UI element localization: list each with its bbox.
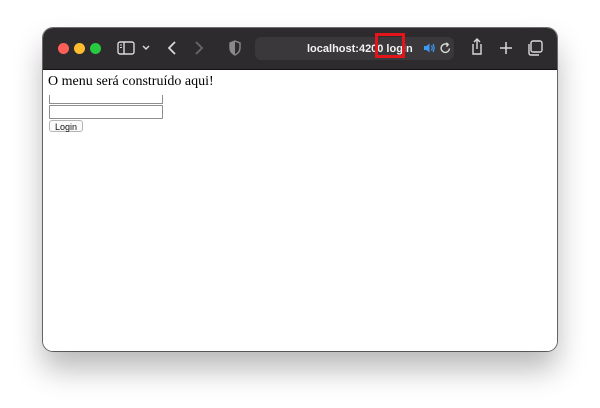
browser-window: localhost:4200 login O menu será construí… [43, 28, 557, 351]
password-input[interactable] [49, 105, 163, 119]
plus-icon[interactable] [498, 39, 514, 57]
username-input[interactable] [49, 95, 163, 104]
minimize-window-button[interactable] [74, 43, 85, 54]
reload-icon[interactable] [439, 41, 452, 55]
page-heading: O menu será construído aqui! [48, 74, 214, 89]
zoom-window-button[interactable] [90, 43, 101, 54]
forward-icon[interactable] [193, 39, 205, 57]
tabs-icon[interactable] [526, 39, 544, 57]
url-host: localhost:4200 [307, 43, 384, 55]
shield-icon[interactable] [228, 39, 242, 57]
page-content: O menu será construído aqui! Login [43, 70, 557, 351]
back-icon[interactable] [166, 39, 178, 57]
address-bar[interactable]: localhost:4200 login [255, 33, 454, 60]
login-button[interactable]: Login [49, 120, 84, 132]
sidebar-icon[interactable] [117, 40, 135, 56]
close-window-button[interactable] [58, 43, 69, 54]
speaker-icon[interactable] [422, 41, 436, 55]
share-icon[interactable] [469, 37, 485, 57]
url-path-highlight [375, 33, 405, 58]
chevron-down-icon[interactable] [141, 40, 151, 56]
browser-toolbar: localhost:4200 login [43, 28, 557, 70]
